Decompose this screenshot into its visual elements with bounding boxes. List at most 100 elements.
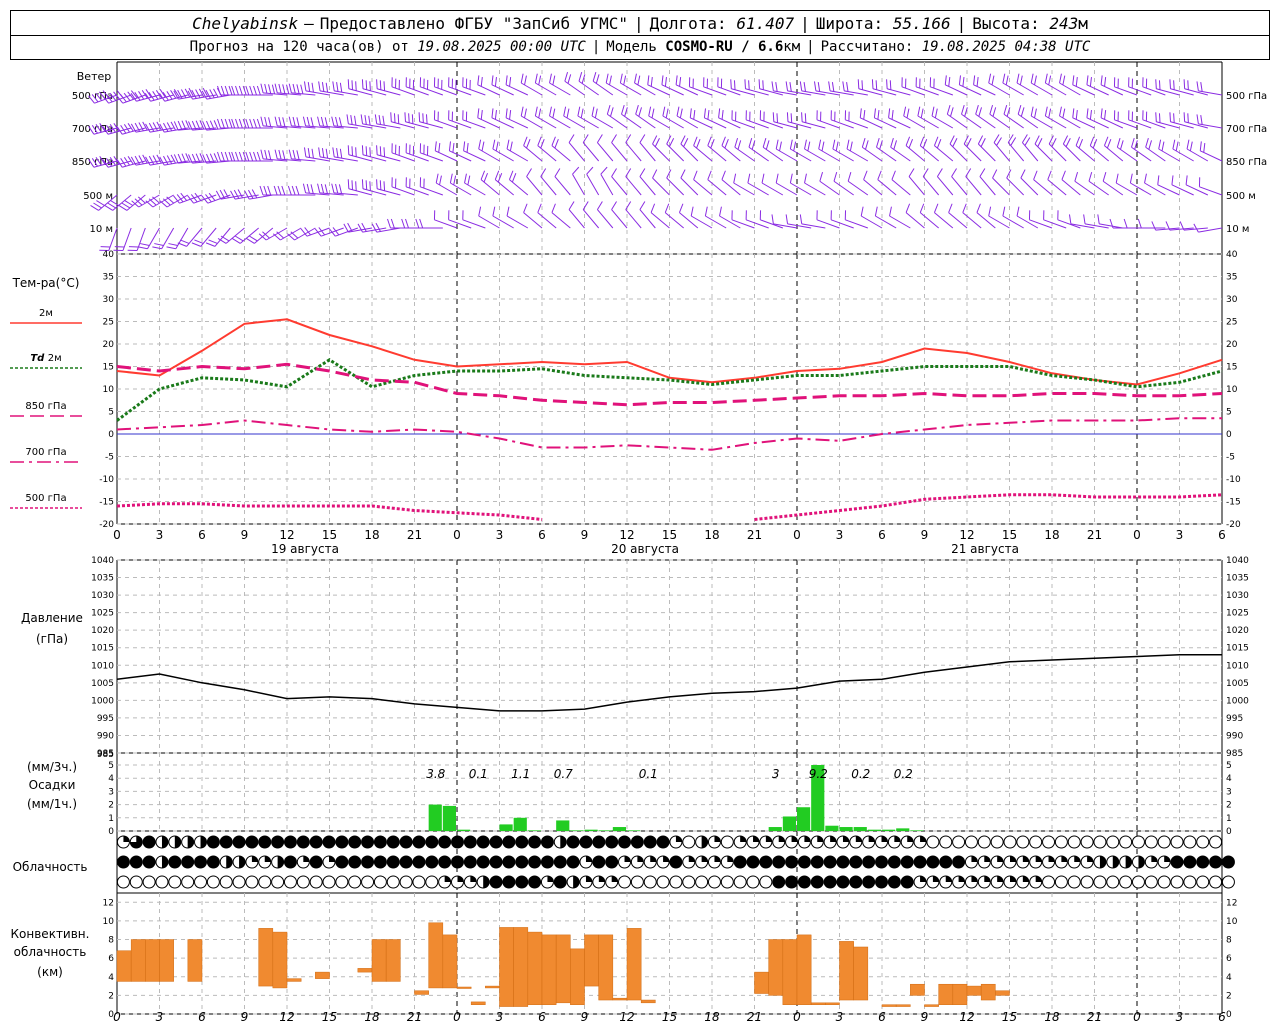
- wind-barb: [537, 212, 557, 229]
- wind-level-label-right: 700 гПа: [1226, 124, 1267, 135]
- wind-barb: [523, 212, 543, 229]
- convective-bar: [754, 971, 769, 994]
- wind-barb-feather: [807, 141, 811, 152]
- wind-barb-feather: [661, 75, 664, 85]
- conv-xtick: 3: [156, 1010, 164, 1024]
- wind-barb-feather: [582, 201, 589, 210]
- temp-xtick: 9: [921, 528, 929, 542]
- wind-barb-feather: [592, 71, 597, 82]
- cloud-symbol: [810, 855, 824, 869]
- convective-bar: [541, 934, 557, 1005]
- wind-barb-feather: [1123, 218, 1128, 229]
- wind-barb-feather: [931, 106, 935, 117]
- precip-ytick-right: 3: [1226, 787, 1232, 797]
- precip-bar: [896, 828, 910, 831]
- temp-xtick: 0: [1133, 528, 1141, 542]
- wind-barb-feather: [346, 114, 349, 124]
- cloud-symbol: [515, 835, 529, 849]
- wind-barb: [611, 176, 628, 196]
- wind-barb-feather: [509, 76, 512, 87]
- wind-barb-feather: [1097, 214, 1100, 224]
- cloud-symbol: [1170, 835, 1184, 849]
- wind-barb-feather: [408, 113, 410, 123]
- wind-barb-feather: [988, 73, 992, 84]
- conv-ytick-right: 10: [1226, 917, 1238, 927]
- conv-xtick: 6: [198, 1010, 206, 1024]
- temp-ytick: 35: [103, 273, 114, 283]
- wind-barb-feather: [1187, 80, 1189, 90]
- wind-barb-feather: [948, 203, 953, 213]
- cloud-symbol-fill: [187, 836, 194, 848]
- pressure-ytick-right: 1010: [1226, 661, 1249, 671]
- cloud-symbol: [643, 875, 657, 889]
- wind-barb-feather: [704, 206, 708, 217]
- temp-xtick: 0: [113, 528, 121, 542]
- cloud-symbol: [309, 875, 323, 889]
- cloud-symbol-fill: [1138, 856, 1145, 868]
- conv-ytick-right: 6: [1226, 954, 1232, 964]
- wind-barb-feather: [494, 76, 497, 87]
- wind-barb: [951, 176, 968, 196]
- wind-barb-feather: [567, 74, 572, 84]
- wind-barb-feather: [181, 153, 187, 163]
- cloud-symbol: [129, 875, 143, 889]
- cloud-symbol: [643, 835, 657, 849]
- wind-barb-feather: [390, 218, 395, 229]
- temp-ytick-right: 35: [1226, 273, 1237, 283]
- conv-xtick: 9: [921, 1010, 929, 1024]
- cloud-symbol: [1183, 835, 1197, 849]
- wind-barb-feather: [540, 168, 547, 177]
- cloud-symbol: [373, 835, 387, 849]
- wind-barb-feather: [287, 185, 292, 196]
- cloud-symbol-fill: [842, 836, 849, 842]
- wind-barb-feather: [505, 108, 508, 118]
- convective-bar: [966, 985, 982, 996]
- precip-ytick: 0: [108, 827, 114, 837]
- wind-barb-feather: [831, 82, 835, 92]
- wind-barb-feather: [679, 108, 683, 119]
- wind-barb: [582, 209, 600, 229]
- wind-barb-feather: [639, 134, 646, 143]
- conv-ytick-right: 8: [1226, 936, 1232, 946]
- wind-barb-feather: [282, 117, 286, 127]
- wind-barb-feather: [253, 85, 257, 96]
- wind-barb-feather: [491, 108, 494, 118]
- convective-bar: [499, 927, 514, 1007]
- temp-xtick: 0: [793, 528, 801, 542]
- wind-barb-feather: [378, 115, 381, 125]
- cloud-symbol: [746, 875, 760, 889]
- wind-barb-feather: [949, 135, 955, 145]
- cloud-symbol-fill: [1099, 856, 1106, 868]
- wind-barb: [863, 179, 883, 196]
- wind-barb-feather: [871, 79, 874, 89]
- wind-barb-feather: [1183, 112, 1186, 122]
- wind-barb-feather: [817, 82, 821, 92]
- cloud-symbol-fill: [637, 856, 644, 862]
- wind-barb-feather: [771, 81, 774, 91]
- wind-barb-feather: [463, 141, 466, 151]
- cloud-symbol: [592, 835, 606, 849]
- temp-axis-title: Тем-ра(°C): [12, 276, 80, 290]
- wind-barb-feather: [973, 75, 976, 85]
- wind-barb-feather: [520, 106, 524, 117]
- temp-xtick: 18: [1044, 528, 1059, 542]
- wind-barb-feather: [538, 108, 542, 119]
- wind-barb-feather: [950, 107, 954, 117]
- cloud-symbol-fill: [1022, 876, 1029, 882]
- cloud-symbol: [425, 875, 439, 889]
- conv-xtick: 6: [538, 1010, 546, 1024]
- convective-bar: [825, 1002, 840, 1005]
- cloud-symbol: [386, 855, 400, 869]
- wind-barb-feather: [273, 185, 278, 196]
- wind-barb-feather: [804, 139, 807, 150]
- cloud-symbol-fill: [611, 876, 618, 882]
- wind-barb-feather: [596, 201, 603, 210]
- wind-barb-feather: [339, 82, 343, 93]
- cloud-symbol-fill: [920, 876, 927, 882]
- wind-barb-feather: [846, 139, 850, 150]
- wind-barb-feather: [506, 139, 510, 150]
- wind-barb-feather: [952, 138, 958, 147]
- convective-bar: [612, 997, 628, 1001]
- wind-barb-feather: [1092, 139, 1098, 149]
- wind-barb-feather: [264, 149, 268, 160]
